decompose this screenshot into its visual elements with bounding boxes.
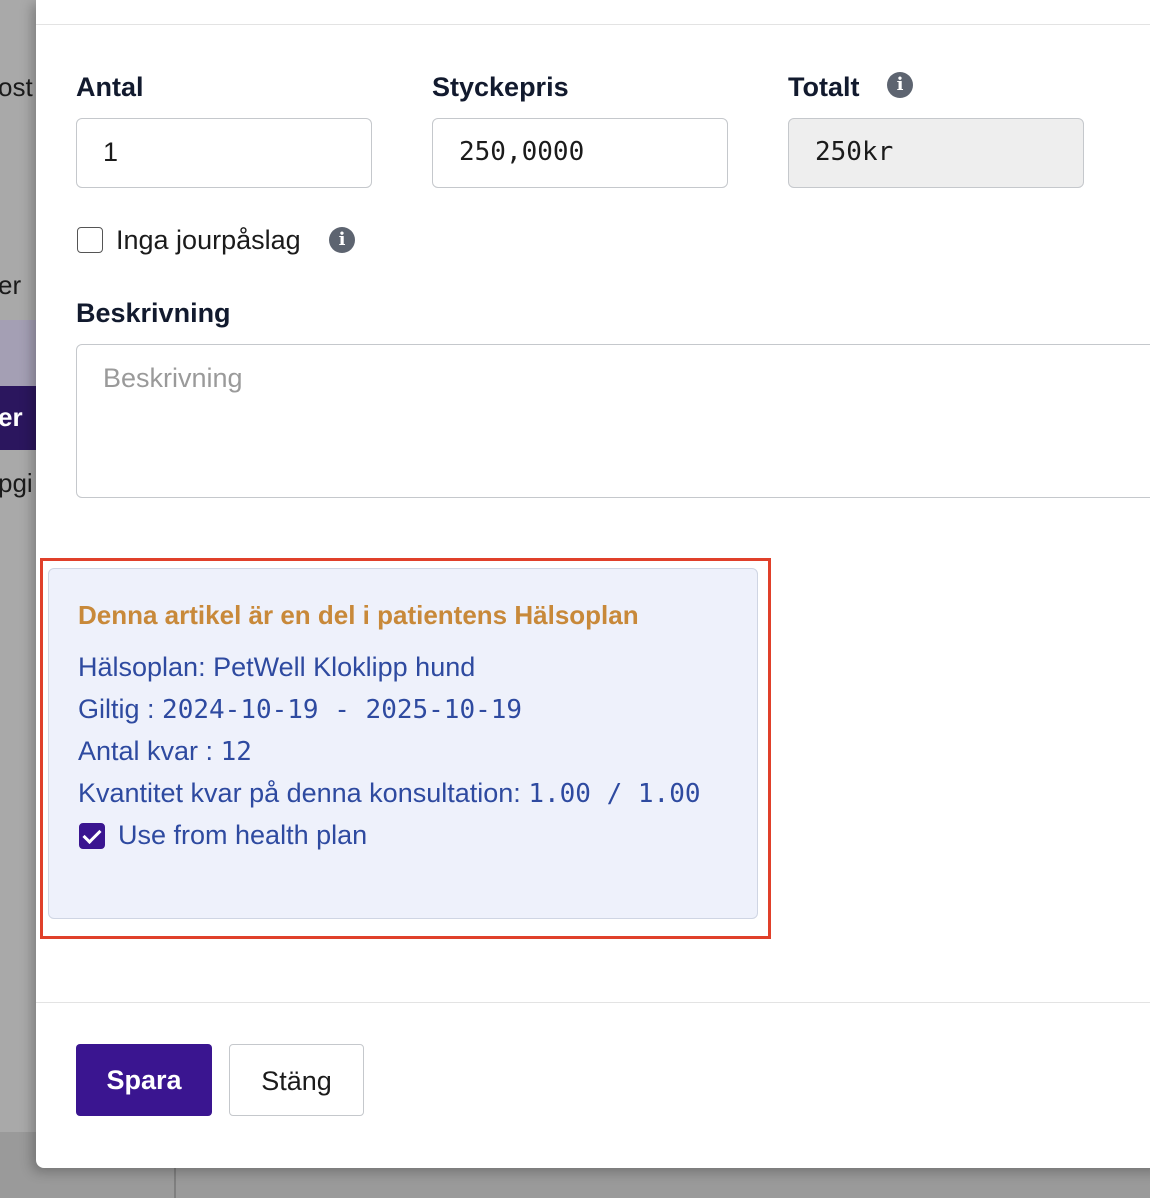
article-edit-modal: Antal 1 Styckepris 250,0000 Totalt i 250… — [36, 0, 1150, 1168]
health-plan-remaining-value: 12 — [220, 737, 252, 767]
health-plan-title: Denna artikel är en del i patientens Häl… — [78, 600, 639, 630]
health-plan-remaining-line: Antal kvar : 12 — [78, 736, 252, 767]
beskrivning-label: Beskrivning — [76, 298, 231, 328]
health-plan-name-value: PetWell Kloklipp hund — [213, 652, 476, 682]
health-plan-consultation-value: 1.00 / 1.00 — [528, 779, 701, 809]
background-text-fragment: ost — [0, 72, 33, 102]
health-plan-consultation-label: Kvantitet kvar på denna konsultation: — [78, 778, 521, 808]
save-button[interactable]: Spara — [76, 1044, 212, 1116]
styckepris-input[interactable]: 250,0000 — [432, 118, 728, 188]
antal-label: Antal — [76, 72, 144, 102]
background-nav-item — [0, 320, 40, 386]
background-text-fragment: er — [0, 270, 22, 300]
health-plan-remaining-label: Antal kvar : — [78, 736, 214, 766]
health-plan-valid-label: Giltig : — [78, 694, 155, 724]
totalt-readonly-field: 250kr — [788, 118, 1084, 188]
background-nav-active-label: er — [0, 402, 23, 432]
totalt-label: Totalt — [788, 72, 860, 102]
info-icon[interactable]: i — [329, 227, 355, 253]
health-plan-valid-value: 2024-10-19 - 2025-10-19 — [162, 695, 523, 725]
close-button[interactable]: Stäng — [229, 1044, 364, 1116]
antal-input[interactable]: 1 — [76, 118, 372, 188]
health-plan-consultation-line: Kvantitet kvar på denna konsultation: 1.… — [78, 778, 701, 809]
header-divider — [36, 24, 1150, 25]
health-plan-name-line: Hälsoplan: PetWell Kloklipp hund — [78, 652, 475, 683]
beskrivning-textarea[interactable] — [76, 344, 1150, 498]
info-icon[interactable]: i — [887, 72, 913, 98]
use-from-health-plan-label[interactable]: Use from health plan — [118, 820, 367, 851]
footer-divider — [36, 1002, 1150, 1003]
no-oncall-surcharge-label[interactable]: Inga jourpåslag — [116, 225, 301, 256]
styckepris-label: Styckepris — [432, 72, 569, 102]
no-oncall-surcharge-checkbox[interactable] — [77, 227, 103, 253]
health-plan-name-label: Hälsoplan: — [78, 652, 206, 682]
health-plan-valid-line: Giltig : 2024-10-19 - 2025-10-19 — [78, 694, 522, 725]
use-from-health-plan-checkbox[interactable] — [79, 823, 105, 849]
background-text-fragment: pgi — [0, 468, 33, 498]
